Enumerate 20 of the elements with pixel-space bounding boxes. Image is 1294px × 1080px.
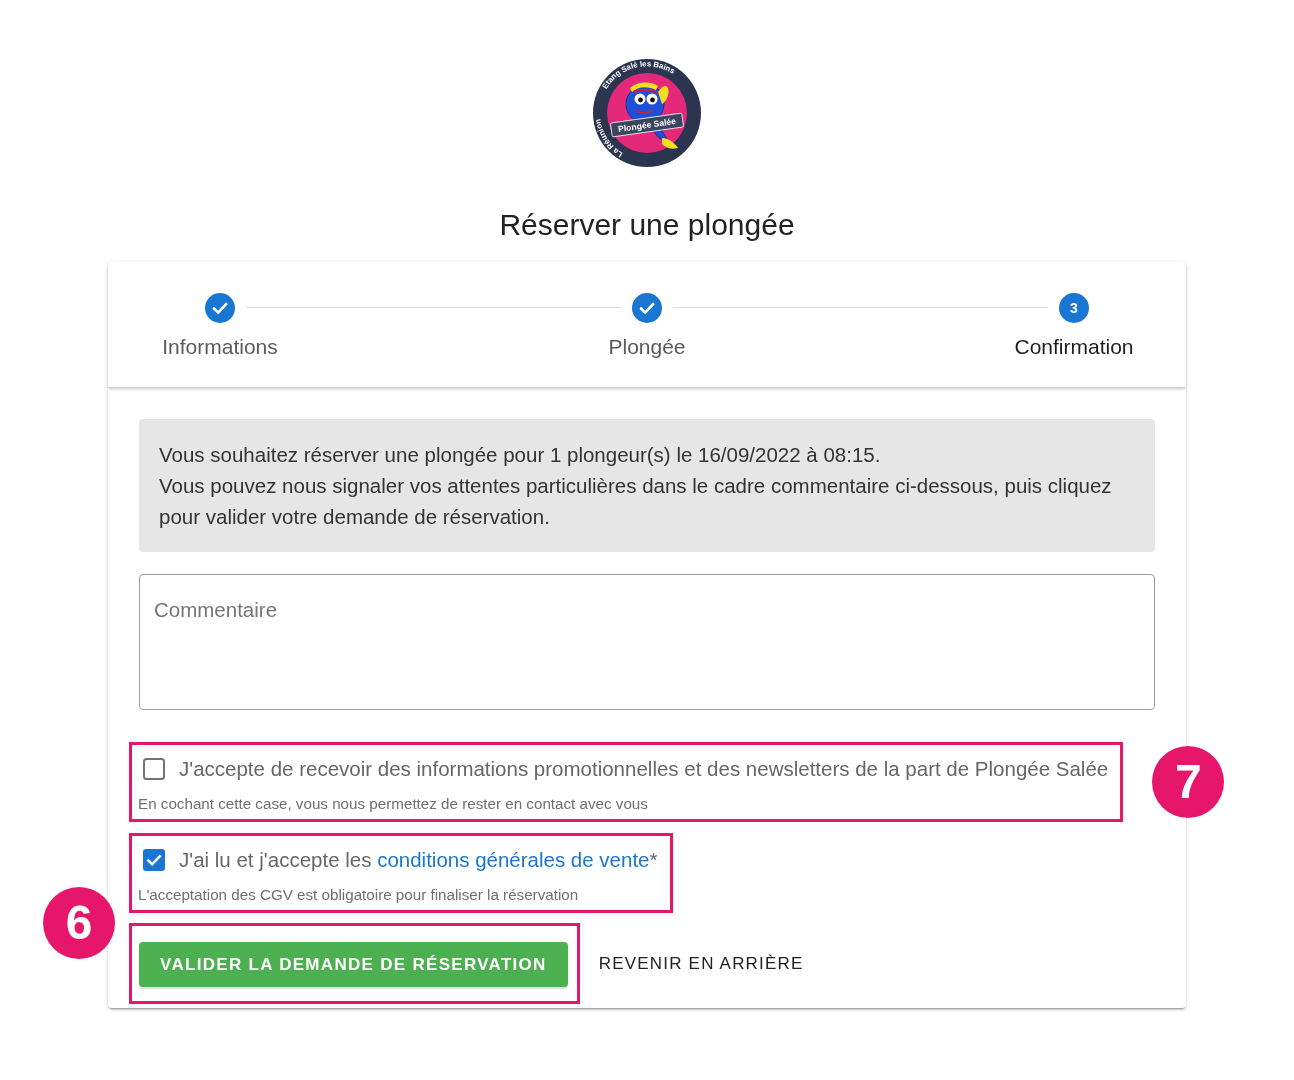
- step-label: Plongée: [608, 335, 686, 359]
- checkbox-label: J'accepte de recevoir des informations promotionnelles et des newsletters de la part de Plongée Salée: [179, 755, 1109, 782]
- checkbox[interactable]: [143, 849, 165, 871]
- callout-badge: 6: [43, 887, 115, 959]
- checkbox[interactable]: [143, 758, 165, 780]
- hint-text: En cochant cette case, vous nous permettez de rester en contact avec vous: [138, 794, 649, 814]
- callout-badge: 7: [1152, 746, 1225, 818]
- comment-field[interactable]: Commentaire: [139, 574, 1155, 710]
- info-text: Vous souhaitez réserver une plongée pour 1 plongeur(s) le 16/09/2022 à 08:15.: [159, 442, 882, 468]
- info-text: Vous pouvez nous signaler vos attentes particulières dans le cadre commentaire ci-dessous, puis cliquez pour valider votre demande de réservation.: [159, 473, 1113, 530]
- submit-button[interactable]: VALIDER LA DEMANDE DE RÉSERVATION: [139, 942, 568, 987]
- back-button[interactable]: REVENIR EN ARRIÈRE: [582, 941, 820, 986]
- hint-text: L'acceptation des CGV est obligatoire pour finaliser la réservation: [138, 885, 580, 905]
- step-label: Informations: [162, 335, 278, 359]
- page-title: Réserver une plongée: [498, 207, 796, 243]
- checkbox-label: J'ai lu et j'accepte les conditions générales de vente*: [179, 846, 658, 873]
- step-number: 3: [1059, 293, 1089, 323]
- step-label: Confirmation: [1014, 335, 1134, 359]
- logo-text: Plongée Salée: [617, 116, 677, 134]
- terms-link[interactable]: conditions générales de vente: [377, 847, 650, 871]
